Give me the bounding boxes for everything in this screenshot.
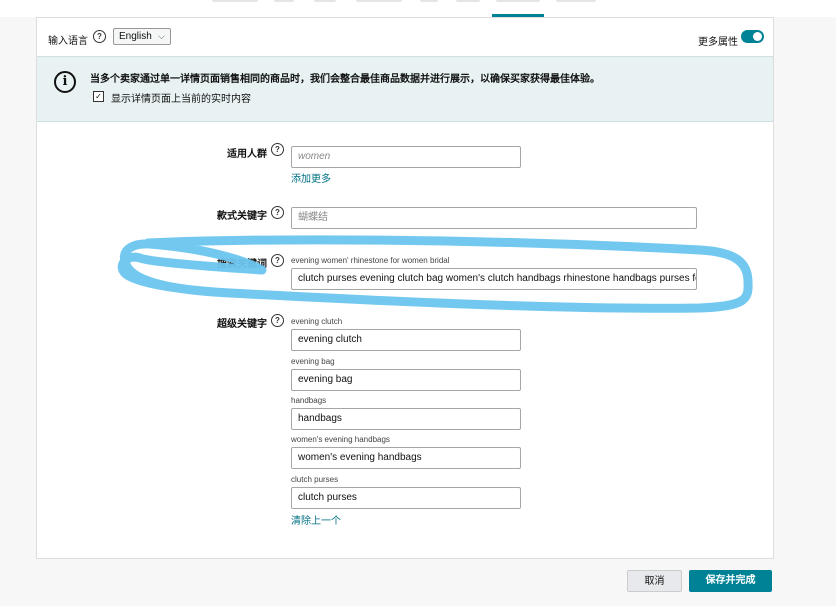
language-select[interactable]: English ⌵ [113, 28, 171, 45]
keyword-hint: evening bag [291, 357, 335, 366]
language-label: 输入语言 [48, 36, 88, 47]
language-select-value: English [119, 31, 152, 42]
tab-strip [0, 0, 836, 17]
search-terms-hint: evening women' rhinestone for women brid… [291, 256, 450, 265]
show-live-content-checkbox[interactable]: ✓ [93, 91, 104, 102]
info-text: 当多个卖家通过单一详情页面销售相同的商品时，我们会整合最佳商品数据并进行展示，以… [90, 74, 600, 85]
tab-fragment[interactable] [314, 0, 336, 6]
help-icon[interactable]: ? [271, 206, 284, 219]
remove-last-link[interactable]: 清除上一个 [291, 512, 341, 527]
audience-input[interactable]: women [291, 146, 521, 168]
chevron-down-icon: ⌵ [158, 31, 165, 41]
add-more-link[interactable]: 添加更多 [291, 170, 331, 185]
help-icon[interactable]: ? [271, 143, 284, 156]
tab-fragment-active[interactable] [496, 0, 540, 6]
platinum-keyword-input[interactable]: women's evening handbags [291, 447, 521, 469]
search-terms-label: 搜索关键词 [217, 259, 267, 270]
tab-fragment[interactable] [212, 0, 258, 6]
more-attributes-toggle[interactable] [741, 30, 764, 43]
save-and-finish-button[interactable]: 保存并完成 [689, 570, 772, 592]
keyword-hint: evening clutch [291, 317, 343, 326]
card-header: 输入语言 ? English ⌵ 更多属性 [37, 18, 773, 56]
tab-fragment[interactable] [556, 0, 596, 6]
platinum-keyword-input[interactable]: evening clutch [291, 329, 521, 351]
cancel-button[interactable]: 取消 [627, 570, 682, 592]
platinum-keywords-label: 超级关键字 [217, 319, 267, 330]
platinum-keyword-input[interactable]: clutch purses [291, 487, 521, 509]
info-banner: i 当多个卖家通过单一详情页面销售相同的商品时，我们会整合最佳商品数据并进行展示… [37, 56, 773, 122]
toggle-knob [753, 32, 762, 41]
keyword-hint: handbags [291, 396, 327, 405]
platinum-keyword-input[interactable]: evening bag [291, 369, 521, 391]
search-terms-input[interactable]: clutch purses evening clutch bag women's… [291, 268, 697, 290]
tab-fragment[interactable] [456, 0, 480, 6]
help-icon[interactable]: ? [271, 314, 284, 327]
help-icon[interactable]: ? [271, 254, 284, 267]
show-live-content-label: 显示详情页面上当前的实时内容 [111, 94, 251, 105]
help-icon[interactable]: ? [93, 30, 106, 43]
style-keywords-label: 款式关键字 [217, 211, 267, 222]
keyword-hint: clutch purses [291, 475, 339, 484]
tab-fragment[interactable] [356, 0, 402, 6]
style-keywords-input[interactable]: 蝴蝶结 [291, 207, 697, 229]
audience-label: 适用人群 [227, 149, 267, 160]
keyword-hint: women's evening handbags [291, 435, 390, 444]
more-attributes-label: 更多属性 [698, 37, 738, 48]
platinum-keyword-input[interactable]: handbags [291, 408, 521, 430]
info-icon: i [54, 71, 76, 93]
tab-fragment[interactable] [420, 0, 438, 6]
tab-fragment[interactable] [274, 0, 294, 6]
